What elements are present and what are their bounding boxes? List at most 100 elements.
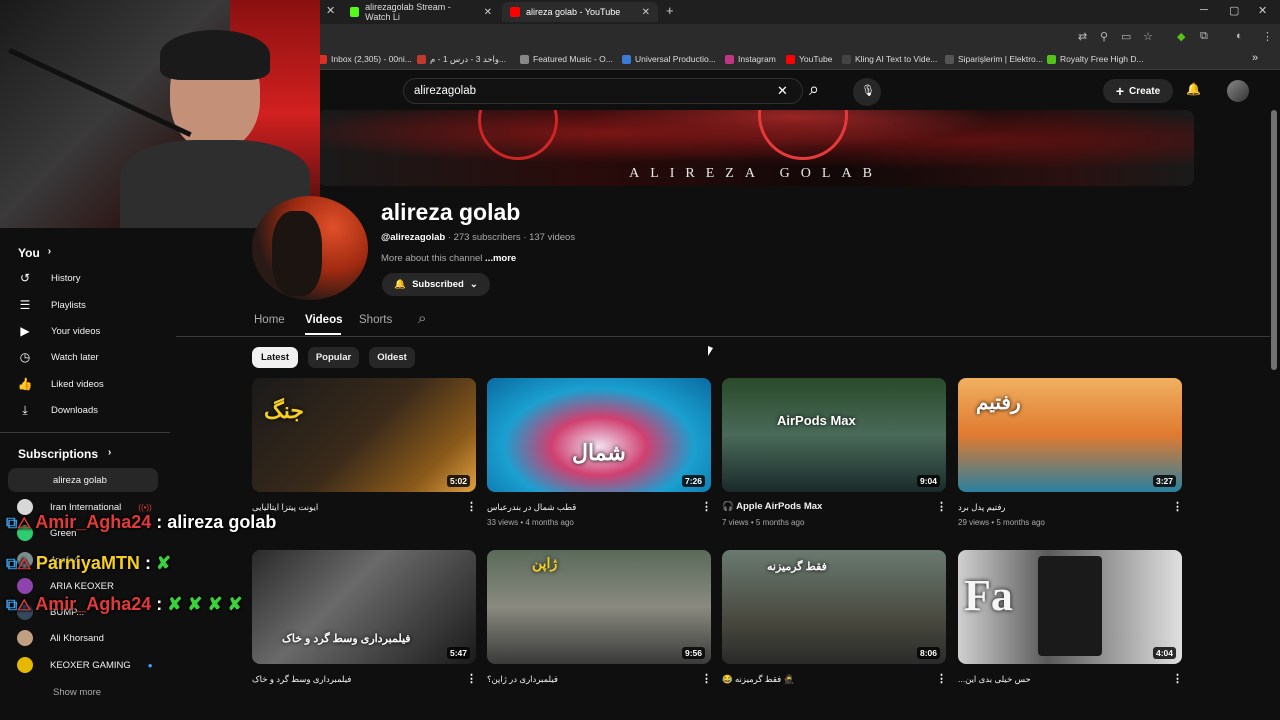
video-thumbnail[interactable]: AirPods Max 9:04 [722,378,946,492]
warning-badge-icon: △ [17,556,31,573]
video-thumbnail[interactable]: فقط گرمیزنه 8:06 [722,550,946,664]
page-scrollbar[interactable] [1271,110,1277,370]
close-window-button[interactable]: ✕ [1258,4,1267,17]
bookmark-gmail[interactable]: Inbox (2,305) - 00ni... [318,54,412,64]
tab-kick-stream[interactable]: alirezagolab Stream - Watch Li ✕ [342,2,500,22]
more-link[interactable]: ...more [485,253,516,264]
video-title[interactable]: فیلمبرداری در ژاپن؟ [487,674,687,685]
sidebar-sub-keoxer-gaming[interactable]: KEOXER GAMING ● [17,656,153,674]
video-menu-icon[interactable]: ⋮ [936,672,947,685]
badge-icon: ⧉ [6,556,18,573]
avatar [17,578,33,594]
sidebar-item-liked-videos[interactable]: 👍 Liked videos [17,375,104,393]
video-title[interactable]: فیلمبرداری وسط گرد و خاک [252,674,452,685]
channel-search-icon[interactable]: ⌕ [418,310,426,327]
tab-youtube[interactable]: alireza golab - YouTube ✕ [502,2,658,22]
video-thumbnail[interactable]: جنگ 5:02 [252,378,476,492]
voice-search-button[interactable]: 🎙 [853,78,881,106]
video-title[interactable]: 😂 فقط گرمیزنه 🥷 [722,674,922,685]
sidebar-item-history[interactable]: ↺ History [17,269,81,287]
warning-badge-icon: △ [17,515,31,532]
subscribed-button[interactable]: 🔔 Subscribed ⌄ [382,273,490,296]
video-thumbnail[interactable]: فیلمبرداری وسط گرد و خاک 5:47 [252,550,476,664]
video-menu-icon[interactable]: ⋮ [701,500,712,513]
video-title[interactable]: قطب شمال در بندرعباس [487,502,687,513]
avatar [17,630,33,646]
avatar-figure [272,211,322,296]
sidebar-sub-ali-khorsand[interactable]: Ali Khorsand [17,629,104,647]
notifications-bell-icon[interactable]: 🔔 [1186,82,1201,96]
search-icon[interactable]: ⌕ [809,79,819,100]
channel-stats: · 273 subscribers · 137 videos [447,232,576,243]
chat-text: alireza golab [167,512,277,532]
video-thumbnail[interactable]: رفتیم 3:27 [958,378,1182,492]
warning-badge-icon: △ [17,597,31,614]
profile-icon[interactable]: ◐ [1236,30,1243,42]
bookmark-featured-music[interactable]: Featured Music - O... [520,54,613,64]
video-menu-icon[interactable]: ⋮ [466,500,477,513]
minimize-button[interactable]: ─ [1200,4,1208,16]
bookmark-universal[interactable]: Universal Productio... [622,54,716,64]
video-duration: 9:56 [681,647,705,659]
video-title[interactable]: ...حس خیلی بدی این [958,674,1158,685]
chip-popular[interactable]: Popular [308,347,359,368]
youtube-icon [510,7,520,17]
cast-icon[interactable]: ▭ [1121,30,1131,43]
sidebar-sub-alireza-golab[interactable]: alireza golab [53,471,107,489]
channel-about[interactable]: More about this channel ...more [381,253,516,264]
sidebar-sub-aria-keoxer[interactable]: ARIA KEOXER [17,577,114,595]
bookmark-royalty-free[interactable]: Royalty Free High D... [1047,54,1144,64]
video-title[interactable]: رفتیم پدل برد [958,502,1158,513]
tab-home[interactable]: Home [254,314,285,326]
sidebar-item-downloads[interactable]: ⤓ Downloads [17,401,98,419]
chevron-right-icon: › [108,447,112,458]
video-menu-icon[interactable]: ⋮ [701,672,712,685]
bookmark-siparislerim[interactable]: Siparişlerim | Elektro... [945,54,1043,64]
bookmark-youtube[interactable]: YouTube [786,54,832,64]
clear-search-icon[interactable]: ✕ [777,83,788,99]
channel-avatar[interactable] [252,196,368,300]
video-thumbnail[interactable]: Fa 4:04 [958,550,1182,664]
sidebar-item-your-videos[interactable]: ▶ Your videos [17,322,100,340]
account-avatar[interactable] [1227,80,1249,102]
thumbnail-text: فقط گرمیزنه [767,561,827,573]
sidebar-show-more[interactable]: Show more [53,683,101,701]
bookmark-star-icon[interactable]: ☆ [1143,30,1153,43]
sidebar-item-playlists[interactable]: ☰ Playlists [17,296,86,314]
thumbnail-text: شمال [572,440,626,465]
sidebar-subscriptions-header[interactable]: Subscriptions › [18,447,111,461]
tab-shorts[interactable]: Shorts [359,314,392,326]
extensions-puzzle-icon[interactable]: ⧉ [1200,30,1208,43]
video-title[interactable]: ایونت پیتزا ایتالیایی [252,502,452,513]
bookmark-kling[interactable]: Kling AI Text to Vide... [842,54,937,64]
your-videos-icon: ▶ [20,324,30,338]
chip-latest[interactable]: Latest [252,347,298,368]
sidebar-you-header[interactable]: You › [18,246,51,260]
video-menu-icon[interactable]: ⋮ [1172,500,1183,513]
video-menu-icon[interactable]: ⋮ [1172,672,1183,685]
channel-banner: ALIREZA GOLAB [318,110,1194,186]
search-input[interactable]: alirezagolab [403,78,803,104]
maximize-button[interactable]: ▢ [1229,4,1239,17]
close-tab-icon[interactable]: ✕ [326,4,335,17]
extension-icon[interactable]: ◆ [1177,30,1185,43]
video-title[interactable]: 🎧 Apple AirPods Max [722,501,922,512]
bookmark-instagram[interactable]: Instagram [725,54,776,64]
tab-videos[interactable]: Videos [305,314,343,326]
mic-icon: 🎙 [861,85,875,97]
more-bookmarks-button[interactable]: » [1252,52,1258,64]
video-menu-icon[interactable]: ⋮ [936,500,947,513]
video-menu-icon[interactable]: ⋮ [466,672,477,685]
sidebar-item-watch-later[interactable]: ◷ Watch later [17,348,99,366]
video-thumbnail[interactable]: شمال 7:26 [487,378,711,492]
zoom-icon[interactable]: ⚲ [1100,30,1108,43]
translate-icon[interactable]: ⇄ [1078,30,1087,43]
bookmark-course[interactable]: واحد 3 - درس 1 - م... [417,54,506,65]
video-thumbnail[interactable]: ژاپن 9:56 [487,550,711,664]
chip-oldest[interactable]: Oldest [369,347,415,368]
close-tab-icon[interactable]: ✕ [484,7,492,18]
new-tab-button[interactable]: + [666,3,674,18]
browser-menu-icon[interactable]: ⋮ [1262,30,1273,43]
close-tab-icon[interactable]: ✕ [642,7,650,18]
create-button[interactable]: + Create [1103,79,1173,103]
